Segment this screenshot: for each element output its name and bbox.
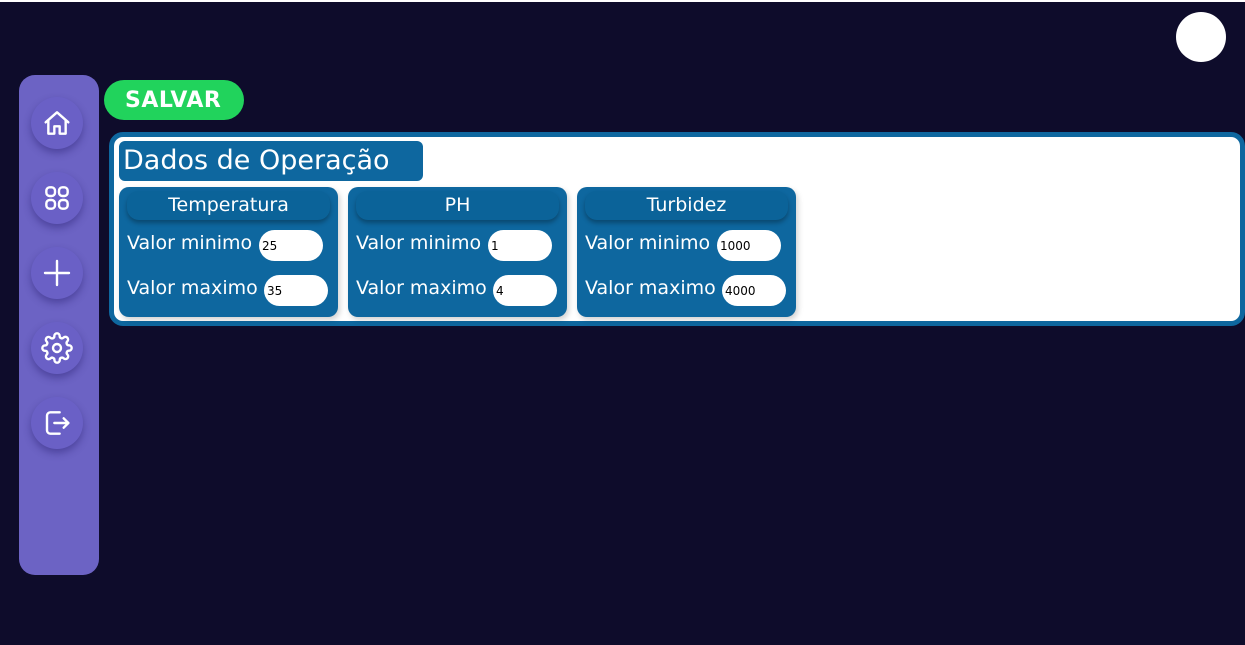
max-value-label: Valor maximo — [585, 277, 716, 299]
ph-card: PH Valor minimo Valor maximo — [348, 187, 567, 317]
sidebar-item-add[interactable] — [31, 247, 83, 299]
operation-data-panel: Dados de Operação Temperatura Valor mini… — [109, 132, 1245, 326]
temperature-card: Temperatura Valor minimo Valor maximo — [119, 187, 338, 317]
grid-icon — [45, 186, 69, 210]
sidebar-item-logout[interactable] — [31, 397, 83, 449]
min-value-label: Valor minimo — [127, 232, 253, 254]
ph-max-input[interactable] — [493, 275, 557, 306]
turbidity-min-input[interactable] — [717, 230, 781, 261]
max-value-label: Valor maximo — [127, 277, 258, 299]
temperature-min-input[interactable] — [259, 230, 323, 261]
user-avatar[interactable] — [1176, 12, 1226, 62]
min-value-label: Valor minimo — [585, 232, 711, 254]
max-value-label: Valor maximo — [356, 277, 487, 299]
turbidity-max-input[interactable] — [722, 275, 786, 306]
temperature-max-input[interactable] — [264, 275, 328, 306]
logout-icon — [45, 411, 70, 435]
card-title: Turbidez — [585, 191, 788, 220]
panel-title: Dados de Operação — [119, 141, 423, 181]
home-icon — [44, 111, 70, 135]
sidebar — [19, 75, 99, 575]
ph-min-input[interactable] — [488, 230, 552, 261]
min-value-label: Valor minimo — [356, 232, 482, 254]
card-title: PH — [356, 191, 559, 220]
sidebar-item-home[interactable] — [31, 97, 83, 149]
sidebar-item-settings[interactable] — [31, 322, 83, 374]
card-title: Temperatura — [127, 191, 330, 220]
plus-icon — [43, 259, 71, 287]
sidebar-item-dashboard[interactable] — [31, 172, 83, 224]
save-button[interactable]: SALVAR — [104, 80, 244, 120]
turbidity-card: Turbidez Valor minimo Valor maximo — [577, 187, 796, 317]
gear-icon — [41, 332, 73, 364]
